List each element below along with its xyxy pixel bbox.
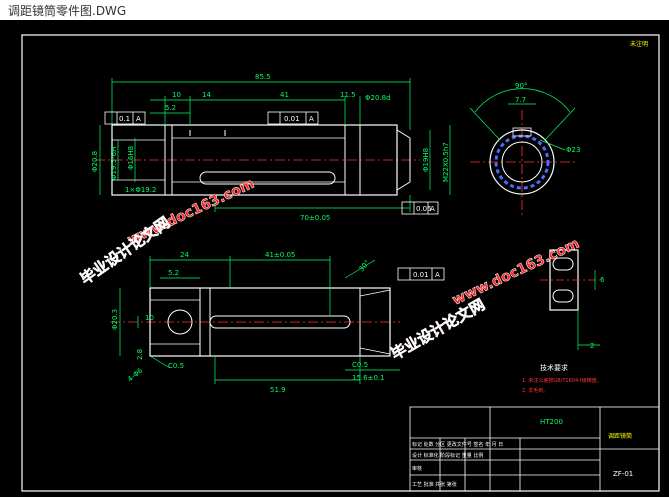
svg-text:5.2: 5.2 [165, 104, 176, 112]
svg-text:Φ20.8: Φ20.8 [91, 151, 99, 172]
svg-text:4-Φ6: 4-Φ6 [126, 366, 145, 383]
svg-text:90°: 90° [515, 82, 527, 90]
bottom-view-dim-text: 24 41±0.05 5.2 10 Φ20.3 2.8 4-Φ6 C0.5 C0… [111, 251, 385, 394]
svg-text:2. 去毛刺。: 2. 去毛刺。 [522, 387, 548, 394]
svg-text:审核: 审核 [412, 465, 422, 472]
corner-mark: 未注明 [630, 40, 648, 48]
watermark-cn-2: 毕业设计论文网 [388, 295, 488, 363]
svg-text:70±0.05: 70±0.05 [300, 214, 330, 222]
svg-text:Φ23: Φ23 [566, 146, 580, 154]
svg-text:A: A [435, 271, 440, 279]
svg-text:HT200: HT200 [540, 418, 563, 426]
end-view [469, 88, 576, 215]
cad-drawing[interactable]: 未注明 85.5 10 14 41 11.5 5.2 Φ20.8d 70±0.0… [0, 20, 669, 497]
top-view-dim-text: 85.5 10 14 41 11.5 5.2 Φ20.8d 70±0.05 1×… [91, 73, 450, 222]
svg-text:Φ19H8: Φ19H8 [422, 148, 430, 172]
svg-text:2: 2 [590, 342, 594, 350]
svg-text:A: A [136, 115, 141, 123]
svg-text:24: 24 [180, 251, 189, 259]
svg-text:0.01: 0.01 [413, 271, 429, 279]
svg-text:41±0.05: 41±0.05 [265, 251, 295, 259]
svg-text:1. 未注公差按GB/T1804-f级精度。: 1. 未注公差按GB/T1804-f级精度。 [522, 377, 602, 384]
svg-text:7.7: 7.7 [515, 96, 526, 104]
bottom-view [110, 287, 400, 357]
svg-text:10: 10 [172, 91, 181, 99]
svg-text:10: 10 [145, 314, 154, 322]
svg-text:技术要求: 技术要求 [540, 363, 568, 372]
technical-requirements: 技术要求 1. 未注公差按GB/T1804-f级精度。 2. 去毛刺。 [522, 363, 602, 394]
svg-text:ZF-01: ZF-01 [613, 470, 633, 478]
svg-text:6: 6 [600, 276, 605, 284]
svg-text:C0.5: C0.5 [168, 362, 184, 370]
title-block [409, 406, 660, 492]
svg-text:14: 14 [202, 91, 211, 99]
watermark-url-2: www.doc163.com [450, 236, 582, 309]
svg-text:5.2: 5.2 [168, 269, 179, 277]
svg-text:调距镜筒: 调距镜筒 [608, 432, 632, 440]
svg-text:85.5: 85.5 [255, 73, 271, 81]
bottom-view-tolerance: 0.01 A [397, 267, 445, 281]
svg-text:0.01: 0.01 [284, 115, 300, 123]
window-titlebar: 调距镜筒零件图.DWG [0, 0, 669, 20]
top-view-tolerance-frames [104, 111, 439, 215]
svg-text:Φ16H8: Φ16H8 [127, 146, 135, 170]
svg-text:11.5: 11.5 [340, 91, 356, 99]
top-view-tolerance-text: 0.1 A 0.01 A 0.05 A [119, 115, 435, 213]
svg-text:M22X0.5h7: M22X0.5h7 [442, 142, 450, 182]
watermark-cn-1: 毕业设计论文网 [77, 213, 173, 288]
watermark-overlay: www.doc163.com 毕业设计论文网 www.doc163.com 毕业… [77, 175, 582, 363]
svg-text:1×Φ19.2: 1×Φ19.2 [125, 186, 156, 194]
svg-text:0.1: 0.1 [119, 115, 130, 123]
window-title: 调距镜筒零件图.DWG [8, 4, 127, 18]
top-view [95, 124, 420, 196]
svg-text:C0.5: C0.5 [352, 361, 368, 369]
svg-text:A: A [309, 115, 314, 123]
svg-text:Φ20.3: Φ20.3 [111, 309, 119, 330]
svg-text:设计 标准化 阶段标记 重量 比例: 设计 标准化 阶段标记 重量 比例 [412, 452, 483, 459]
svg-text:15.6±0.1: 15.6±0.1 [352, 374, 385, 382]
drawing-canvas[interactable]: 未注明 85.5 10 14 41 11.5 5.2 Φ20.8d 70±0.0… [0, 20, 669, 497]
svg-text:41: 41 [280, 91, 289, 99]
svg-text:30°: 30° [357, 259, 371, 274]
svg-text:Φ19.5-6H: Φ19.5-6H [110, 147, 118, 180]
svg-text:51.9: 51.9 [270, 386, 286, 394]
svg-text:标记 处数 分区 更改文件号 签名 年 月 日: 标记 处数 分区 更改文件号 签名 年 月 日 [412, 441, 503, 448]
svg-text:Φ20.8d: Φ20.8d [365, 94, 391, 102]
svg-text:2.8: 2.8 [136, 349, 144, 360]
svg-text:A: A [430, 205, 435, 213]
svg-text:工艺 批准 共张 第张: 工艺 批准 共张 第张 [412, 481, 457, 488]
